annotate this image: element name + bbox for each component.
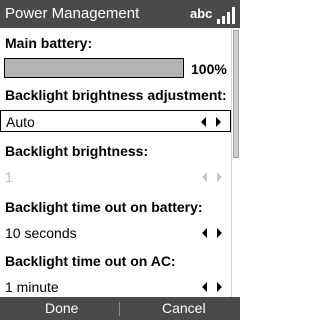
- cancel-softkey[interactable]: Cancel: [162, 299, 206, 317]
- input-mode-indicator[interactable]: abc: [190, 5, 212, 23]
- brightness-adjustment-label: Backlight brightness adjustment:: [5, 87, 227, 103]
- softkey-bar: Done Cancel: [0, 297, 240, 320]
- timeout-battery-label: Backlight time out on battery:: [5, 199, 203, 215]
- battery-level-bar: [4, 58, 184, 78]
- scrollbar-thumb[interactable]: [233, 30, 239, 158]
- timeout-battery-value: 10 seconds: [5, 225, 77, 241]
- brightness-label: Backlight brightness:: [5, 143, 149, 159]
- timeout-ac-picker[interactable]: 1 minute: [0, 276, 231, 297]
- softkey-divider: [119, 302, 120, 316]
- power-management-screen: Power Management abc Main battery: 100% …: [0, 0, 240, 320]
- window-title: Power Management: [5, 5, 140, 22]
- left-right-arrow-icon: [202, 172, 222, 182]
- main-battery-label: Main battery:: [5, 35, 93, 51]
- left-right-arrow-icon[interactable]: [201, 227, 223, 239]
- signal-strength-icon: [217, 7, 235, 24]
- timeout-battery-picker[interactable]: 10 seconds: [0, 222, 231, 244]
- timeout-ac-value: 1 minute: [5, 279, 59, 295]
- left-right-arrow-icon[interactable]: [200, 116, 222, 128]
- battery-percent: 100%: [191, 61, 227, 77]
- vertical-scrollbar[interactable]: [231, 28, 240, 297]
- settings-content: Main battery: 100% Backlight brightness …: [0, 28, 231, 297]
- title-bar: Power Management abc: [0, 0, 240, 28]
- brightness-adjustment-value: Auto: [6, 114, 35, 130]
- done-softkey[interactable]: Done: [45, 299, 78, 317]
- brightness-picker[interactable]: 1: [0, 166, 231, 188]
- timeout-ac-label: Backlight time out on AC:: [5, 253, 176, 269]
- battery-level-fill: [5, 59, 183, 77]
- brightness-adjustment-picker[interactable]: Auto: [0, 110, 231, 132]
- left-right-arrow-icon[interactable]: [201, 281, 223, 293]
- brightness-value: 1: [5, 169, 13, 185]
